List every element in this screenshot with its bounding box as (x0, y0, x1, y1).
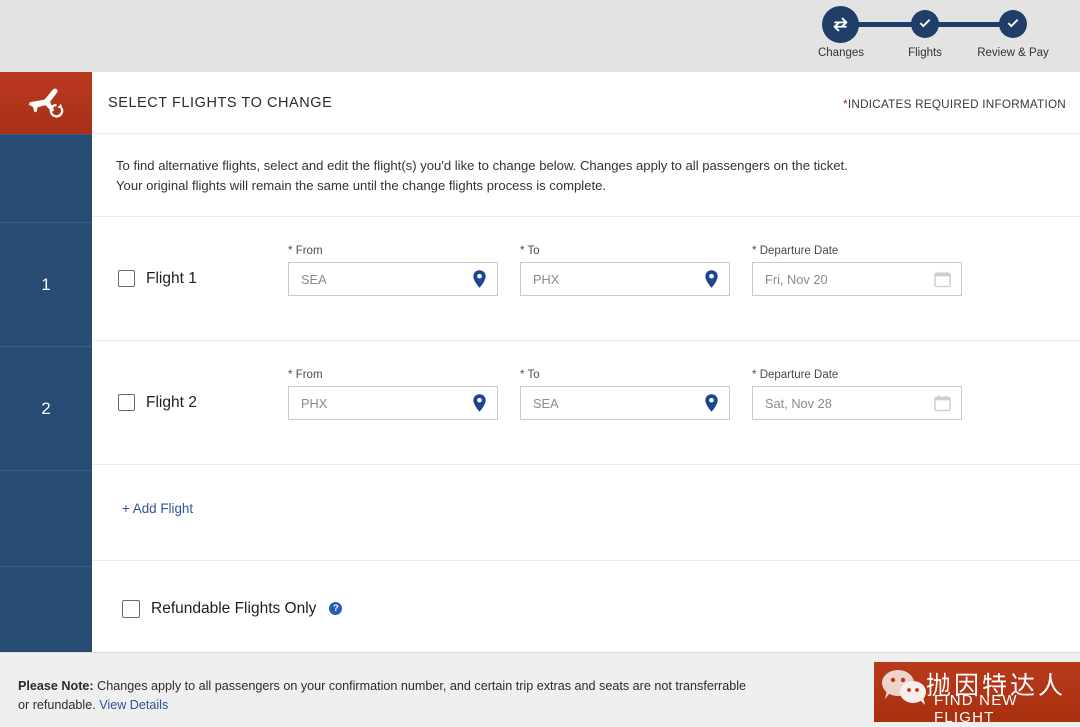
from-label-text: From (296, 245, 323, 257)
to-label-text: To (527, 245, 539, 257)
from-label-text: From (296, 369, 323, 381)
flight-2-checkbox-group[interactable]: Flight 2 (118, 394, 197, 412)
stepper-step-review-pay[interactable] (999, 10, 1027, 38)
flight-1-to-input[interactable]: PHX (520, 262, 730, 296)
map-pin-icon[interactable] (704, 270, 719, 289)
intro-line-2: Your original flights will remain the sa… (116, 176, 1056, 196)
flight-1-from-field: * From SEA (288, 245, 498, 296)
check-icon (1005, 16, 1021, 32)
flight-row-1: Flight 1 * From SEA * To (92, 217, 1080, 341)
flight-2-to-label: * To (520, 369, 730, 381)
rail-cell-flight-1: 1 (0, 222, 92, 346)
footer-note: Please Note: Changes apply to all passen… (18, 677, 758, 715)
flight-1-to-field: * To PHX (520, 245, 730, 296)
stepper-step-flights[interactable] (911, 10, 939, 38)
flight-1-date-field: * Departure Date Fri, Nov 20 (752, 245, 962, 296)
flight-2-date-field: * Departure Date Sat, Nov 28 (752, 369, 962, 420)
panel-header: SELECT FLIGHTS TO CHANGE *INDICATES REQU… (92, 72, 1080, 134)
swap-arrows-icon (830, 14, 851, 35)
flight-2-to-field: * To SEA (520, 369, 730, 420)
flight-2-from-field: * From PHX (288, 369, 498, 420)
view-details-link[interactable]: View Details (99, 698, 168, 712)
rail-cell-flight-2: 2 (0, 346, 92, 470)
main-panel: SELECT FLIGHTS TO CHANGE *INDICATES REQU… (92, 72, 1080, 652)
required-information-note: *INDICATES REQUIRED INFORMATION (843, 98, 1066, 111)
rail-header-icon-block (0, 72, 92, 134)
flight-1-to-value: PHX (521, 272, 559, 287)
footer-note-prefix: Please Note: (18, 679, 94, 693)
flight-1-to-label: * To (520, 245, 730, 257)
rail-number-2: 2 (41, 399, 50, 419)
to-label-text: To (527, 369, 539, 381)
asterisk: * (288, 369, 292, 381)
asterisk: * (288, 245, 292, 257)
top-progress-bar: Changes Flights Review & Pay (0, 0, 1080, 72)
departure-date-label-text: Departure Date (760, 369, 839, 381)
left-step-rail: 1 2 (0, 72, 92, 652)
flight-1-from-label: * From (288, 245, 498, 257)
intro-line-1: To find alternative flights, select and … (116, 156, 1056, 176)
flight-2-date-label: * Departure Date (752, 369, 962, 381)
rail-number-1: 1 (41, 275, 50, 295)
refundable-flights-checkbox[interactable] (122, 600, 140, 618)
flight-2-label: Flight 2 (146, 394, 197, 412)
flight-2-from-value: PHX (289, 396, 327, 411)
flight-2-to-value: SEA (521, 396, 559, 411)
stepper-label-review-pay: Review & Pay (965, 47, 1061, 59)
intro-instructions: To find alternative flights, select and … (92, 134, 1080, 217)
departure-date-label-text: Departure Date (760, 245, 839, 257)
checkout-stepper: Changes Flights Review & Pay (822, 6, 1062, 66)
add-flight-link[interactable]: + Add Flight (122, 501, 193, 516)
stepper-label-flights: Flights (895, 47, 955, 59)
flight-1-date-value: Fri, Nov 20 (753, 272, 828, 287)
add-flight-row: + Add Flight (92, 465, 1080, 561)
flight-1-label: Flight 1 (146, 270, 197, 288)
airplane-change-icon (26, 84, 66, 123)
rail-cell-refundable (0, 566, 92, 652)
watermark-english-text: FIND NEW FLIGHT (934, 692, 1080, 722)
map-pin-icon[interactable] (472, 270, 487, 289)
asterisk: * (752, 369, 756, 381)
flight-2-date-value: Sat, Nov 28 (753, 396, 832, 411)
page-title: SELECT FLIGHTS TO CHANGE (108, 95, 332, 111)
flight-2-checkbox[interactable] (118, 394, 135, 411)
change-flights-page: Changes Flights Review & Pay 1 2 (0, 0, 1080, 727)
calendar-icon[interactable] (934, 271, 951, 288)
watermark-overlay: 抛因特达人 FIND NEW FLIGHT (874, 662, 1080, 722)
flight-1-date-input[interactable]: Fri, Nov 20 (752, 262, 962, 296)
refundable-flights-label: Refundable Flights Only (151, 600, 316, 618)
map-pin-icon[interactable] (472, 394, 487, 413)
refundable-flights-row: Refundable Flights Only ? (92, 561, 1080, 656)
stepper-step-changes[interactable] (822, 6, 859, 43)
flight-2-from-label: * From (288, 369, 498, 381)
flight-1-from-input[interactable]: SEA (288, 262, 498, 296)
rail-cell-intro (0, 134, 92, 222)
wechat-icon (880, 668, 930, 713)
flight-row-2: Flight 2 * From PHX * To (92, 341, 1080, 465)
refundable-checkbox-group[interactable]: Refundable Flights Only ? (122, 600, 342, 618)
asterisk: * (520, 369, 524, 381)
question-mark-help-icon[interactable]: ? (329, 602, 342, 615)
flight-2-date-input[interactable]: Sat, Nov 28 (752, 386, 962, 420)
asterisk: * (752, 245, 756, 257)
flight-2-from-input[interactable]: PHX (288, 386, 498, 420)
asterisk: * (520, 245, 524, 257)
map-pin-icon[interactable] (704, 394, 719, 413)
flight-1-date-label: * Departure Date (752, 245, 962, 257)
flight-2-to-input[interactable]: SEA (520, 386, 730, 420)
rail-cell-add-flight (0, 470, 92, 566)
flight-1-from-value: SEA (289, 272, 327, 287)
calendar-icon[interactable] (934, 395, 951, 412)
flight-1-checkbox-group[interactable]: Flight 1 (118, 270, 197, 288)
check-icon (917, 16, 933, 32)
flight-1-checkbox[interactable] (118, 270, 135, 287)
stepper-label-changes: Changes (808, 47, 874, 59)
required-note-text: INDICATES REQUIRED INFORMATION (848, 98, 1066, 111)
